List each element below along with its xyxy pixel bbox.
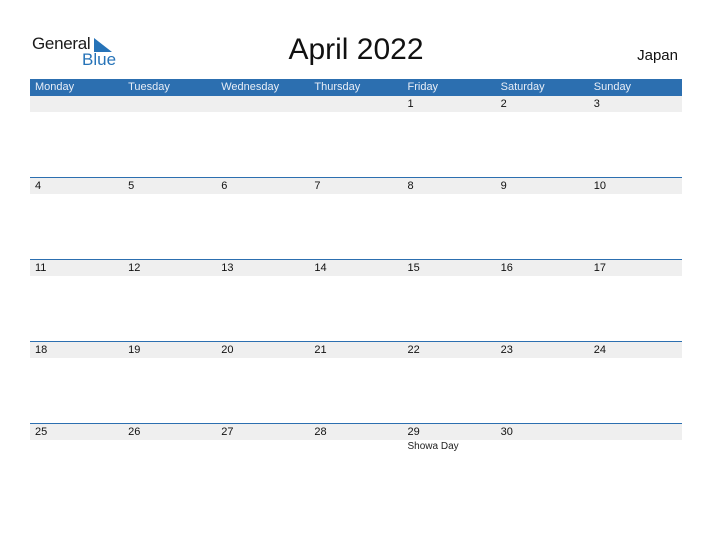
day-number: 21 [314, 344, 327, 356]
day-number: 29 [407, 426, 420, 438]
day-number: 23 [500, 344, 513, 356]
date-strip: 4 5 6 7 8 9 10 [30, 178, 682, 194]
week-row: 1 2 3 [30, 96, 682, 177]
day-number: 1 [407, 98, 414, 110]
country-label: Japan [637, 47, 678, 64]
day-number: 12 [128, 262, 141, 274]
holiday-label [30, 440, 123, 454]
holiday-label [496, 440, 589, 454]
day-number: 13 [221, 262, 234, 274]
day-number: 18 [35, 344, 48, 356]
day-number: 5 [128, 180, 135, 192]
day-number: 8 [407, 180, 414, 192]
day-number: 25 [35, 426, 48, 438]
weekday-thursday: Thursday [314, 81, 361, 93]
weekday-friday: Friday [407, 81, 439, 93]
day-number: 3 [593, 98, 600, 110]
week-row: 18 19 20 21 22 23 24 [30, 341, 682, 423]
day-number [123, 96, 216, 112]
day-number: 17 [593, 262, 606, 274]
weekday-sunday: Sunday [593, 81, 632, 93]
day-number: 22 [407, 344, 420, 356]
weekday-wednesday: Wednesday [221, 81, 280, 93]
date-strip: 25 26 27 28 29 30 [30, 424, 682, 440]
day-number: 24 [593, 344, 606, 356]
day-number: 14 [314, 262, 327, 274]
day-number: 20 [221, 344, 234, 356]
holiday-label [216, 440, 309, 454]
week-row: 25 26 27 28 29 30 Showa Day [30, 423, 682, 505]
day-number [216, 96, 309, 112]
weekday-saturday: Saturday [500, 81, 545, 93]
events-row: Showa Day [30, 440, 682, 454]
day-number: 4 [35, 180, 42, 192]
day-number: 6 [221, 180, 228, 192]
weekday-tuesday: Tuesday [128, 81, 170, 93]
calendar-title: April 2022 [288, 33, 424, 66]
weekday-monday: Monday [35, 81, 75, 93]
day-number [309, 96, 402, 112]
weekday-header: Monday Tuesday Wednesday Thursday Friday… [30, 79, 682, 96]
calendar-grid: 1 2 3 4 5 6 7 8 9 10 11 12 13 14 15 16 17 18 19 20 21 22 23 24 2… [30, 96, 682, 505]
day-number: 16 [500, 262, 513, 274]
holiday-label [123, 440, 216, 454]
week-row: 11 12 13 14 15 16 17 [30, 259, 682, 341]
day-number: 9 [500, 180, 507, 192]
day-number: 7 [314, 180, 321, 192]
holiday-label [309, 440, 402, 454]
date-strip: 18 19 20 21 22 23 24 [30, 342, 682, 358]
day-number: 27 [221, 426, 234, 438]
day-number: 28 [314, 426, 327, 438]
day-number: 30 [500, 426, 513, 438]
day-number: 11 [35, 262, 47, 274]
date-strip: 1 2 3 [30, 96, 682, 112]
holiday-label: Showa Day [407, 441, 459, 452]
day-number [30, 96, 123, 112]
holiday-label [589, 440, 682, 454]
day-number [589, 424, 682, 440]
day-number: 15 [407, 262, 420, 274]
week-row: 4 5 6 7 8 9 10 [30, 177, 682, 259]
day-number: 26 [128, 426, 141, 438]
date-strip: 11 12 13 14 15 16 17 [30, 260, 682, 276]
day-number: 2 [500, 98, 507, 110]
day-number: 19 [128, 344, 141, 356]
day-number: 10 [593, 180, 606, 192]
